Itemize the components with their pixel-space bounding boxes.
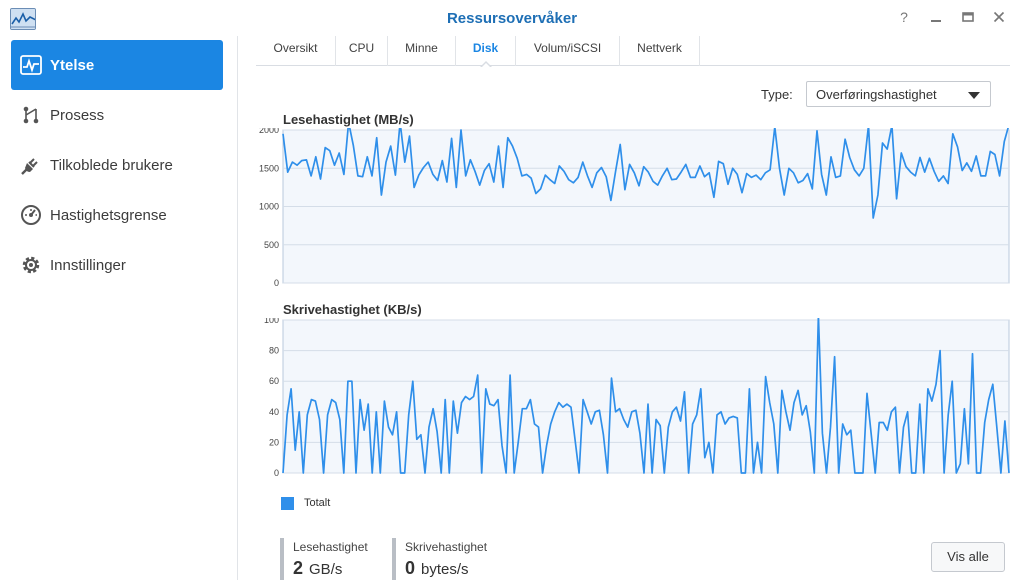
- y-tick-label: 0: [274, 278, 279, 288]
- close-icon[interactable]: [991, 9, 1007, 25]
- tab-cpu[interactable]: CPU: [336, 36, 388, 66]
- read-chart-title: Lesehastighet (MB/s): [283, 112, 414, 127]
- write-speed-stat: Skrivehastighet 0 bytes/s: [392, 538, 487, 580]
- settings-icon: [20, 254, 42, 276]
- y-tick-label: 1500: [259, 163, 279, 173]
- read-speed-stat: Lesehastighet 2 GB/s: [280, 538, 368, 580]
- y-tick-label: 500: [264, 240, 279, 250]
- tab-memory[interactable]: Minne: [388, 36, 456, 66]
- write-speed-unit: bytes/s: [421, 561, 469, 578]
- type-label: Type:: [761, 87, 793, 102]
- maximize-icon[interactable]: [960, 9, 976, 25]
- legend-label: Totalt: [304, 497, 331, 509]
- tab-network[interactable]: Nettverk: [620, 36, 700, 66]
- view-all-button[interactable]: Vis alle: [931, 542, 1005, 572]
- performance-icon: [20, 54, 42, 76]
- y-tick-label: 2000: [259, 128, 279, 135]
- sidebar-item-label: Hastighetsgrense: [50, 206, 167, 224]
- y-tick-label: 100: [264, 318, 279, 325]
- y-tick-label: 0: [274, 468, 279, 478]
- sidebar-item-label: Ytelse: [50, 56, 95, 74]
- y-tick-label: 1000: [259, 202, 279, 212]
- minimize-icon[interactable]: [928, 9, 944, 25]
- sidebar-item-process[interactable]: Prosess: [11, 90, 223, 140]
- y-tick-label: 40: [269, 407, 279, 417]
- sidebar-item-label: Innstillinger: [50, 256, 126, 274]
- write-speed-chart: 0 20 40 60 80 100: [264, 318, 1010, 478]
- legend-swatch: [281, 497, 294, 510]
- sidebar-item-label: Prosess: [50, 106, 105, 124]
- tab-volume-iscsi[interactable]: Volum/iSCSI: [516, 36, 620, 66]
- help-icon[interactable]: ?: [896, 9, 912, 25]
- sidebar-item-speed-limit[interactable]: Hastighetsgrense: [11, 190, 223, 240]
- tab-bar: Oversikt CPU Minne Disk Volum/iSCSI Nett…: [256, 36, 1010, 68]
- sidebar-item-performance[interactable]: Ytelse: [11, 40, 223, 90]
- write-speed-value: 0: [405, 558, 416, 578]
- sidebar-item-label: Tilkoblede brukere: [50, 156, 173, 174]
- title-bar: Ressursovervåker ?: [0, 0, 1024, 36]
- speed-limit-icon: [20, 204, 42, 226]
- read-speed-unit: GB/s: [309, 561, 343, 578]
- type-select-value: Overføringshastighet: [816, 87, 937, 102]
- tab-disk[interactable]: Disk: [456, 36, 516, 68]
- write-chart-title: Skrivehastighet (KB/s): [283, 302, 422, 317]
- read-speed-label: Lesehastighet: [293, 540, 368, 554]
- y-tick-label: 60: [269, 376, 279, 386]
- write-speed-label: Skrivehastighet: [405, 540, 488, 554]
- svg-text:?: ?: [900, 9, 908, 25]
- sidebar-item-settings[interactable]: Innstillinger: [11, 240, 223, 290]
- sidebar: Ytelse Prosess Tilkoblede brukere Hastig…: [0, 36, 238, 580]
- chevron-down-icon: [968, 92, 980, 99]
- sidebar-item-connected-users[interactable]: Tilkoblede brukere: [11, 140, 223, 190]
- window-title: Ressursovervåker: [446, 10, 578, 27]
- read-speed-value: 2: [293, 558, 304, 578]
- tab-overview[interactable]: Oversikt: [256, 36, 336, 66]
- type-select[interactable]: Overføringshastighet: [806, 81, 991, 107]
- read-speed-chart: 0 500 1000 1500 2000: [259, 128, 1010, 288]
- connected-users-icon: [20, 154, 42, 176]
- y-tick-label: 20: [269, 437, 279, 447]
- y-tick-label: 80: [269, 346, 279, 356]
- resource-monitor-icon: [10, 8, 36, 30]
- process-icon: [20, 104, 42, 126]
